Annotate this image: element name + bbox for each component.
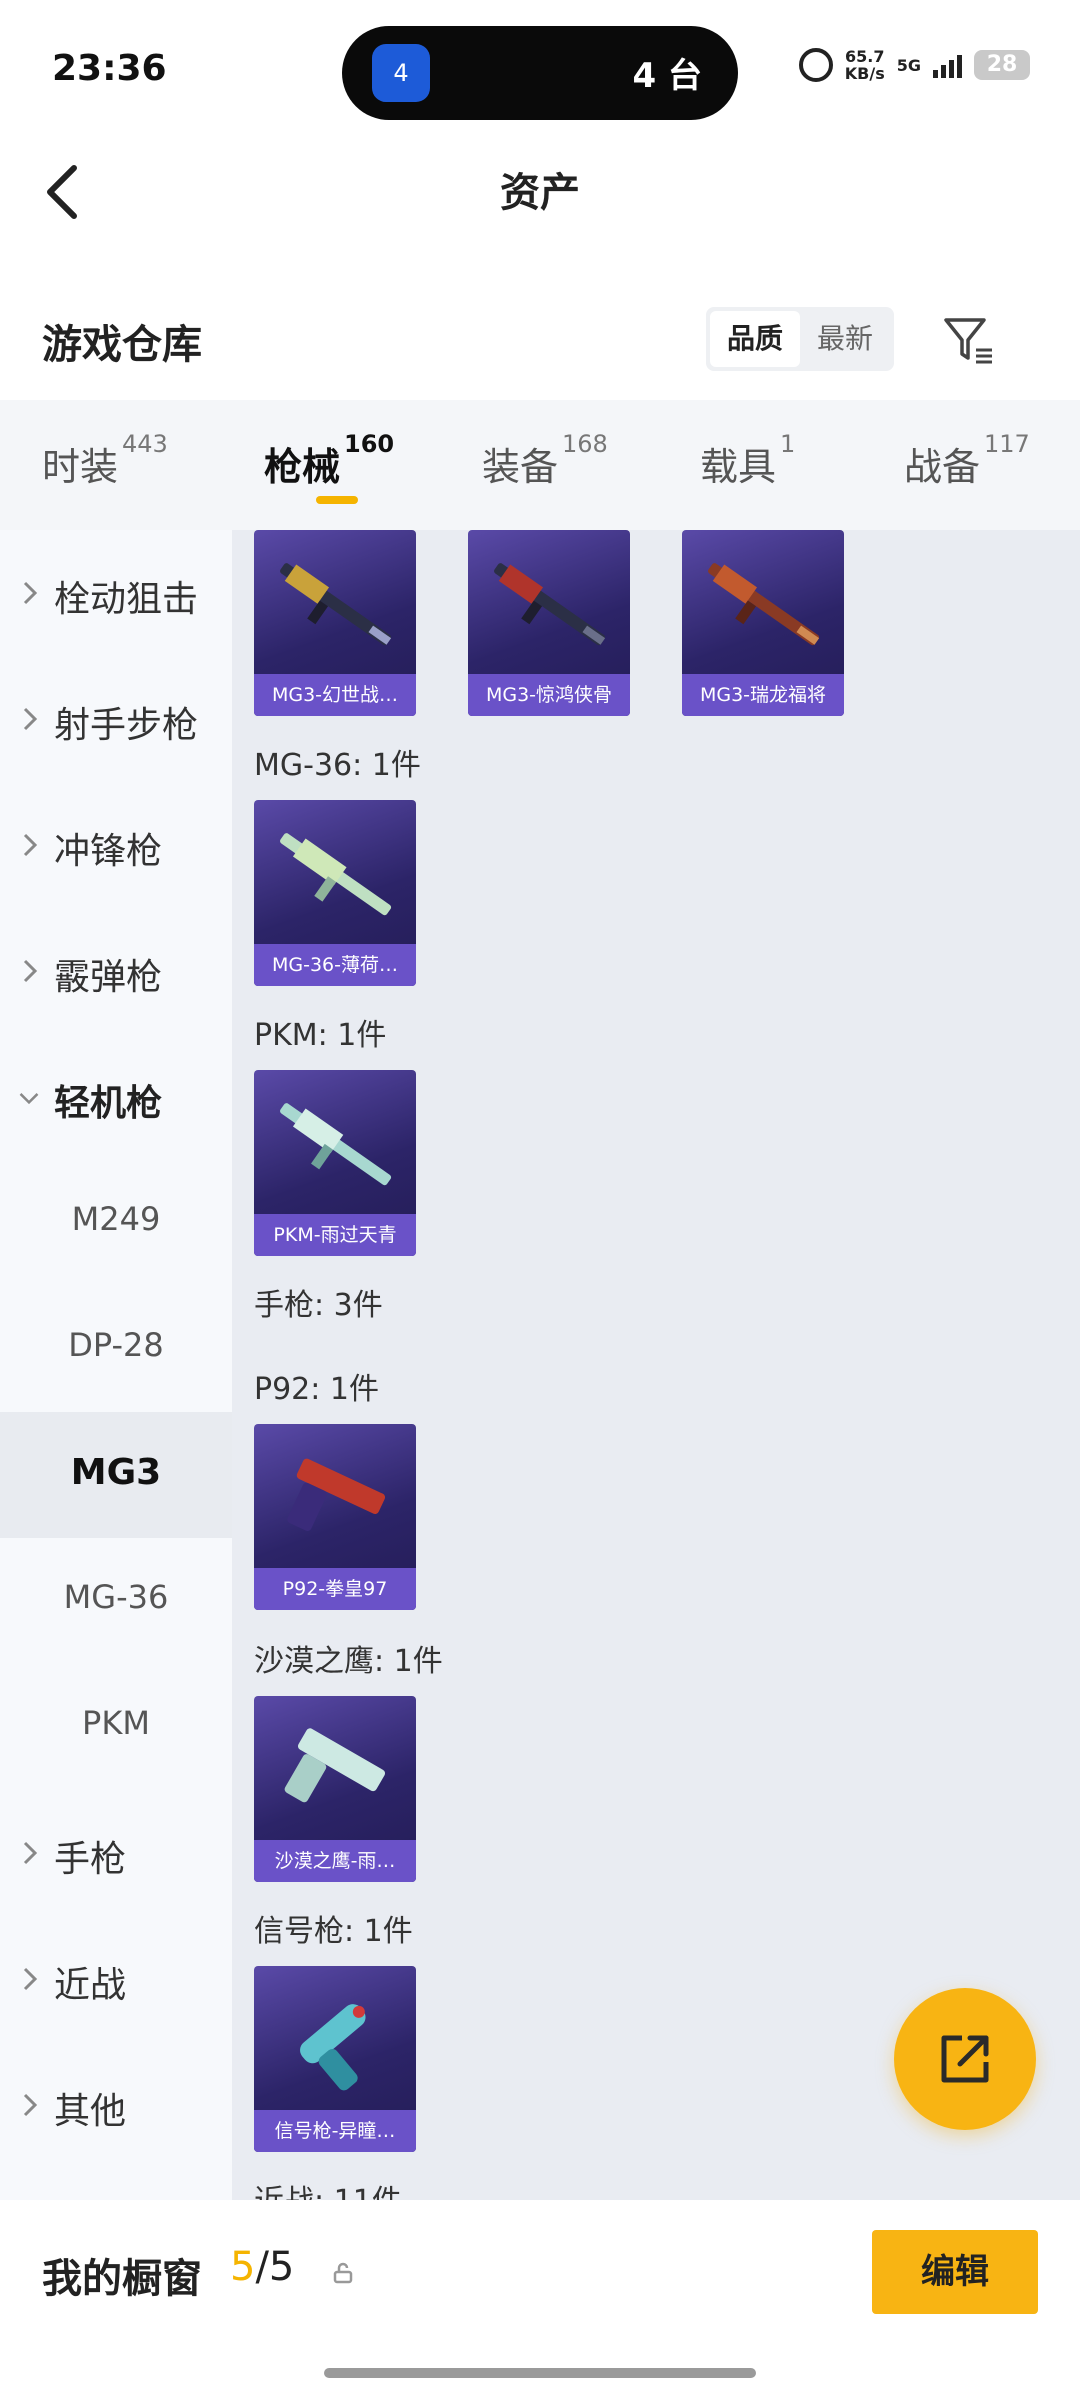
weapon-card[interactable]: 信号枪-异瞳…: [254, 1966, 416, 2152]
sidebar-subitem-m249[interactable]: M249: [0, 1160, 232, 1286]
chevron-right-icon: [23, 1967, 38, 1991]
weapon-card[interactable]: 沙漠之鹰-雨…: [254, 1696, 416, 1882]
weapon-card-label: 沙漠之鹰-雨…: [254, 1840, 416, 1882]
showcase-count-total: /5: [255, 2244, 295, 2290]
sidebar-item-smg[interactable]: 冲锋枪: [0, 782, 232, 908]
weapon-card[interactable]: MG-36-薄荷…: [254, 800, 416, 986]
weapon-card[interactable]: PKM-雨过天青: [254, 1070, 416, 1256]
chevron-right-icon: [23, 2093, 38, 2117]
tab-fashion[interactable]: 时装443: [42, 430, 168, 491]
group-label: 手枪: 3件: [254, 1288, 383, 1323]
network-type: 5G: [896, 55, 921, 75]
showcase-count-current: 5: [230, 2244, 256, 2290]
island-text: 4 台: [632, 56, 703, 96]
weapon-card-label: P92-拳皇97: [254, 1568, 416, 1610]
active-tab-indicator: [316, 496, 358, 504]
pistol-icon: [284, 1728, 386, 1803]
category-tabs: 时装443 枪械160 装备168 载具1 战备117: [0, 400, 1080, 530]
tab-vehicles[interactable]: 载具1: [700, 430, 795, 491]
sidebar-subitem-dp28[interactable]: DP-28: [0, 1286, 232, 1412]
chevron-right-icon: [23, 833, 38, 857]
weapon-card[interactable]: P92-拳皇97: [254, 1424, 416, 1610]
net-speed-unit: KB/s: [844, 64, 885, 83]
share-button[interactable]: [894, 1988, 1036, 2130]
chevron-down-icon: [19, 1093, 39, 1105]
group-label: PKM: 1件: [254, 1018, 387, 1053]
tab-supplies[interactable]: 战备117: [904, 430, 1030, 491]
warehouse-title: 游戏仓库: [42, 322, 202, 368]
lock-icon: [333, 2262, 353, 2284]
net-speed: 65.7 KB/s: [845, 48, 885, 82]
chevron-right-icon: [23, 581, 38, 605]
status-indicators: 65.7 KB/s 5G 28: [798, 48, 1030, 82]
weapon-card-label: MG3-惊鸿侠骨: [468, 674, 630, 716]
tab-equipment[interactable]: 装备168: [482, 430, 608, 491]
machine-gun-icon: [280, 563, 392, 646]
weapon-sidebar: 栓动狙击 射手步枪 冲锋枪 霰弹枪 轻机枪 M249 DP-28 MG3 MG-…: [0, 530, 232, 2200]
sort-option-newest[interactable]: 最新: [800, 311, 890, 367]
weapon-card[interactable]: MG3-惊鸿侠骨: [468, 530, 630, 716]
weapon-card-label: PKM-雨过天青: [254, 1214, 416, 1256]
share-icon: [941, 2035, 989, 2083]
weapon-card[interactable]: MG3-幻世战…: [254, 530, 416, 716]
sidebar-subitem-mg36[interactable]: MG-36: [0, 1538, 232, 1664]
chevron-right-icon: [23, 1841, 38, 1865]
group-label: 沙漠之鹰: 1件: [254, 1644, 443, 1679]
net-speed-value: 65.7: [845, 47, 885, 66]
home-indicator[interactable]: [324, 2368, 756, 2378]
machine-gun-icon: [494, 563, 606, 646]
alarm-icon: [798, 48, 833, 82]
sidebar-item-melee[interactable]: 近战: [0, 1916, 232, 2042]
weapon-card-label: MG-36-薄荷…: [254, 944, 416, 986]
showcase-count: 5/5: [230, 2244, 294, 2290]
edit-button[interactable]: 编辑: [872, 2230, 1038, 2314]
machine-gun-icon: [708, 563, 820, 646]
showcase-title: 我的橱窗: [42, 2256, 202, 2302]
machine-gun-icon: [280, 1103, 392, 1186]
warehouse-row: 游戏仓库 品质 最新: [0, 290, 1080, 390]
tab-guns[interactable]: 枪械160: [264, 430, 394, 491]
sort-toggle: 品质 最新: [706, 307, 894, 371]
weapon-card[interactable]: MG3-瑞龙福将: [682, 530, 844, 716]
sidebar-item-other[interactable]: 其他: [0, 2042, 232, 2168]
group-label: 近战: 11件: [254, 2176, 402, 2200]
dynamic-island[interactable]: 4 4 台: [342, 26, 738, 120]
weapon-card-label: MG3-幻世战…: [254, 674, 416, 716]
app-header: 资产: [0, 140, 1080, 250]
sidebar-item-pistol[interactable]: 手枪: [0, 1790, 232, 1916]
sidebar-item-bolt-sniper[interactable]: 栓动狙击: [0, 530, 232, 656]
weapon-card-label: MG3-瑞龙福将: [682, 674, 844, 716]
pistol-icon: [287, 1458, 386, 1532]
signal-icon: [933, 52, 962, 78]
weapon-card-label: 信号枪-异瞳…: [254, 2110, 416, 2152]
weapon-grid: MG3-幻世战… MG3-惊鸿侠骨 MG3-瑞龙福将 MG-36: 1件 MG-…: [232, 530, 1080, 2200]
flare-gun-icon: [300, 2004, 366, 2091]
page-title: 资产: [500, 170, 580, 216]
sort-option-quality[interactable]: 品质: [710, 311, 800, 367]
status-bar: 23:36 4 4 台 65.7 KB/s 5G 28: [0, 0, 1080, 140]
chevron-right-icon: [23, 707, 38, 731]
sidebar-item-shotgun[interactable]: 霰弹枪: [0, 908, 232, 1034]
sidebar-subitem-mg3[interactable]: MG3: [0, 1412, 232, 1538]
sidebar-item-marksman[interactable]: 射手步枪: [0, 656, 232, 782]
sidebar-subitem-pkm[interactable]: PKM: [0, 1664, 232, 1790]
island-app-icon: 4: [372, 44, 430, 102]
filter-icon[interactable]: [940, 312, 996, 368]
rifle-icon: [280, 833, 392, 916]
chevron-right-icon: [23, 959, 38, 983]
group-label: P92: 1件: [254, 1372, 379, 1407]
sidebar-item-lmg[interactable]: 轻机枪: [0, 1034, 232, 1160]
battery-icon: 28: [974, 50, 1030, 80]
group-label: MG-36: 1件: [254, 748, 421, 783]
group-label: 信号枪: 1件: [254, 1914, 413, 1949]
status-time: 23:36: [52, 48, 167, 89]
